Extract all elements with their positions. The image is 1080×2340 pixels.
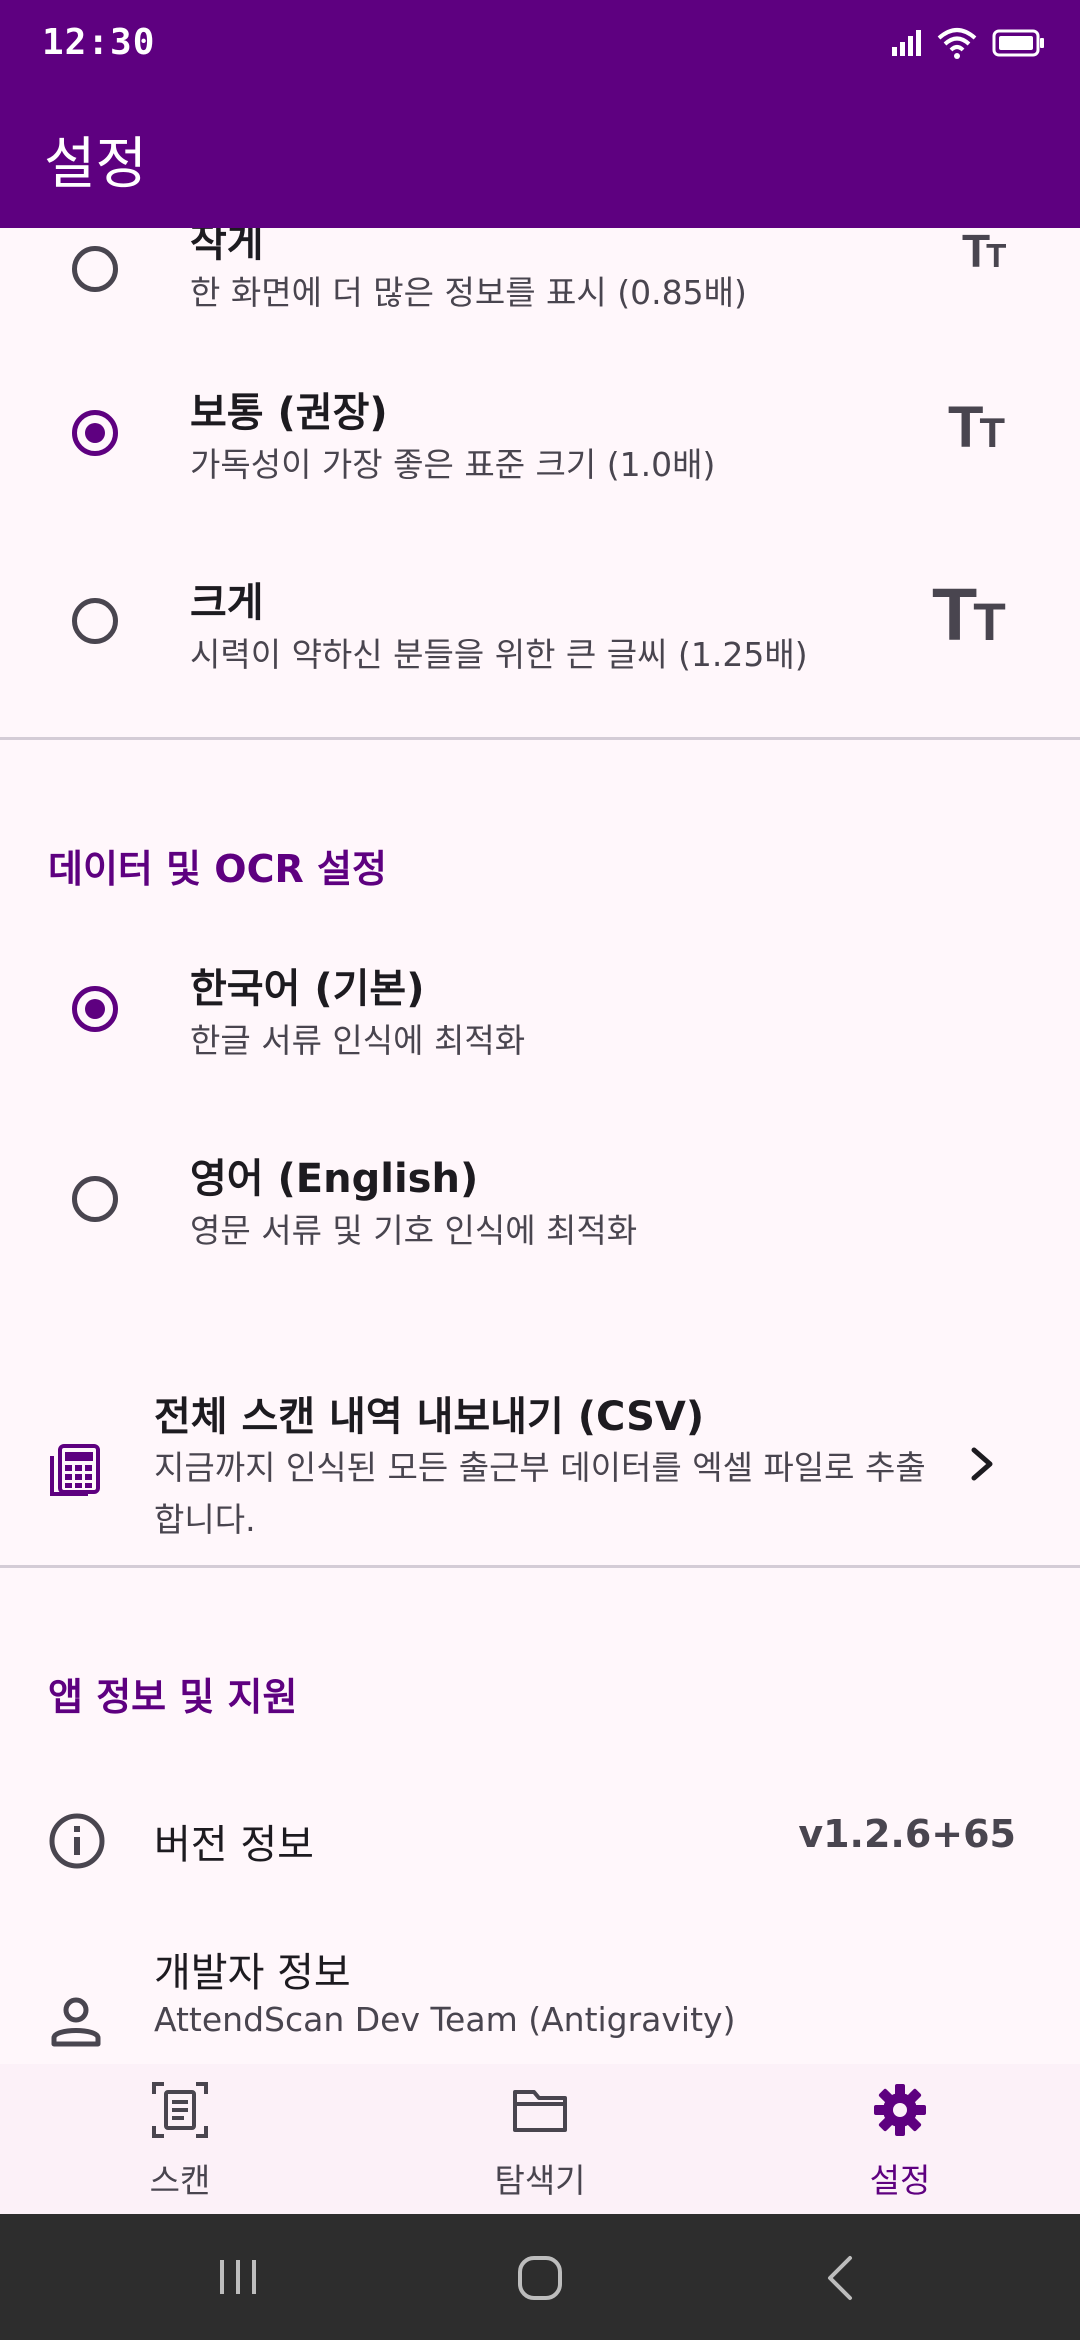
ocr-language-option-korean[interactable]: 한국어 (기본) 한글 서류 인식에 최적화 [0, 936, 1080, 1116]
status-bar: 12:30 [0, 0, 1080, 91]
ocr-language-option-english[interactable]: 영어 (English) 영문 서류 및 기호 인식에 최적화 [0, 1126, 1080, 1306]
option-title-normal: 보통 (권장) [190, 390, 388, 436]
export-title: 전체 스캔 내역 내보내기 (CSV) [154, 1394, 705, 1440]
font-size-option-small[interactable]: 작게 한 화면에 더 많은 정보를 표시 (0.85배) TT [0, 228, 1080, 358]
radio-normal[interactable] [72, 410, 118, 456]
option-title-english: 영어 (English) [190, 1156, 479, 1202]
developer-info-item[interactable]: 개발자 정보 AttendScan Dev Team (Antigravity) [0, 1918, 1080, 2064]
nav-item-scan[interactable]: 스캔 [0, 2064, 360, 2214]
export-csv-item[interactable]: 전체 스캔 내역 내보내기 (CSV) 지금까지 인식된 모든 출근부 데이터를… [0, 1348, 1080, 1548]
divider [0, 737, 1080, 740]
spreadsheet-icon [50, 1444, 100, 1496]
nav-label-settings: 설정 [869, 2161, 931, 2200]
signal-icon [892, 30, 921, 56]
scan-document-icon [152, 2082, 208, 2138]
option-subtitle-english: 영문 서류 및 기호 인식에 최적화 [190, 1211, 638, 1250]
option-title-small: 작게 [190, 228, 264, 266]
font-size-option-large[interactable]: 크게 시력이 약하신 분들을 위한 큰 글씨 (1.25배) TT [0, 548, 1080, 728]
option-subtitle-large: 시력이 약하신 분들을 위한 큰 글씨 (1.25배) [190, 635, 808, 674]
export-subtitle: 지금까지 인식된 모든 출근부 데이터를 엑셀 파일로 추출합니다. [154, 1448, 926, 1539]
app-bar: 설정 [0, 91, 1080, 228]
option-subtitle-normal: 가독성이 가장 좋은 표준 크기 (1.0배) [190, 445, 716, 484]
back-icon[interactable] [822, 2254, 858, 2302]
recent-apps-icon[interactable] [216, 2256, 260, 2298]
text-size-icon: TT [962, 228, 1006, 277]
battery-icon [992, 29, 1044, 57]
nav-item-explorer[interactable]: 탐색기 [360, 2064, 720, 2214]
nav-label-explorer: 탐색기 [494, 2161, 586, 2200]
system-navigation-bar [0, 2214, 1080, 2340]
info-icon [49, 1813, 105, 1869]
developer-label: 개발자 정보 [154, 1950, 351, 1996]
radio-korean[interactable] [72, 986, 118, 1032]
version-value: v1.2.6+65 [798, 1812, 1016, 1856]
text-size-icon: TT [948, 395, 1005, 460]
section-header-data: 데이터 및 OCR 설정 [48, 847, 387, 891]
status-time: 12:30 [42, 22, 156, 63]
version-info-item[interactable]: 버전 정보 v1.2.6+65 [0, 1768, 1080, 1908]
settings-content[interactable]: 작게 한 화면에 더 많은 정보를 표시 (0.85배) TT 보통 (권장) … [0, 228, 1080, 2064]
divider [0, 1565, 1080, 1568]
chevron-right-icon [971, 1447, 993, 1481]
bottom-navigation: 스캔 탐색기 설정 [0, 2064, 1080, 2214]
nav-item-settings[interactable]: 설정 [720, 2064, 1080, 2214]
status-icons [890, 26, 1046, 60]
text-size-icon: TT [932, 573, 1006, 656]
section-header-app-info: 앱 정보 및 지원 [48, 1675, 298, 1719]
home-icon[interactable] [516, 2254, 564, 2302]
version-label: 버전 정보 [154, 1822, 314, 1868]
option-title-korean: 한국어 (기본) [190, 966, 425, 1012]
gear-icon [874, 2084, 926, 2136]
font-size-option-normal[interactable]: 보통 (권장) 가독성이 가장 좋은 표준 크기 (1.0배) TT [0, 358, 1080, 538]
folder-icon [513, 2090, 567, 2132]
option-subtitle-small: 한 화면에 더 많은 정보를 표시 (0.85배) [190, 273, 747, 312]
nav-label-scan: 스캔 [149, 2161, 211, 2200]
developer-subtitle: AttendScan Dev Team (Antigravity) [154, 2000, 736, 2039]
radio-large[interactable] [72, 598, 118, 644]
option-subtitle-korean: 한글 서류 인식에 최적화 [190, 1021, 526, 1060]
person-icon [51, 1997, 101, 2047]
option-title-large: 크게 [190, 580, 264, 626]
page-title: 설정 [44, 132, 148, 197]
radio-english[interactable] [72, 1176, 118, 1222]
wifi-icon [937, 28, 977, 59]
radio-small[interactable] [72, 246, 118, 292]
